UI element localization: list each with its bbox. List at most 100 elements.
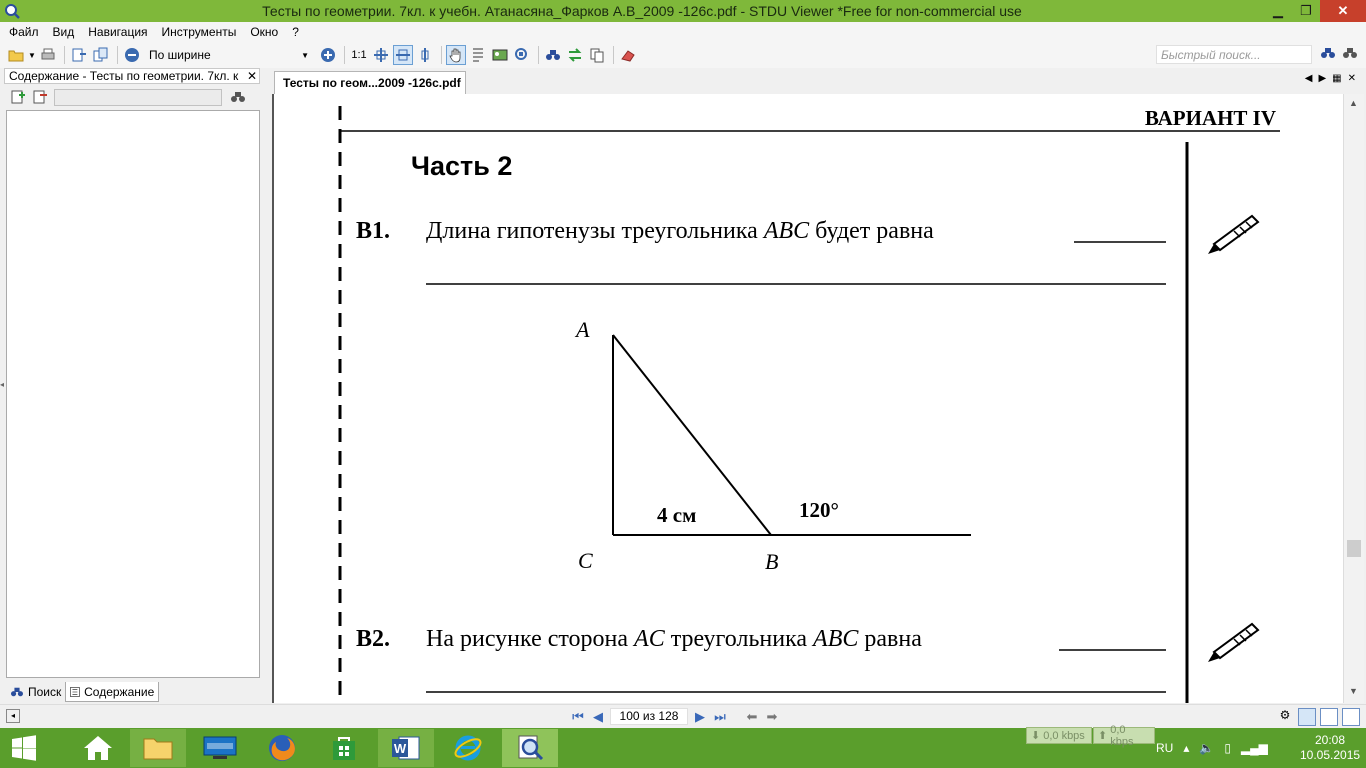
clock[interactable]: 20:08 10.05.2015 [1300,733,1360,763]
copy-icon[interactable] [587,45,607,65]
select-text-icon[interactable] [468,45,488,65]
zoom-out-icon[interactable] [122,45,142,65]
fit-width-icon[interactable] [393,45,413,65]
fit-height-icon[interactable] [415,45,435,65]
add-bookmark-icon[interactable] [10,89,26,105]
angle-label: 120° [799,498,839,522]
open-folder-icon[interactable] [6,45,26,65]
arrow-up-icon: ⬆ [1098,730,1108,742]
question-2-text: На рисунке сторона AC треугольника ABC р… [426,626,922,652]
contents-tree[interactable] [6,110,260,678]
toolbar-separator [538,46,539,64]
start-button[interactable] [0,729,48,767]
scroll-up-icon[interactable]: ▲ [1349,98,1358,108]
snapshot-icon[interactable] [512,45,532,65]
highlight-icon[interactable] [618,45,638,65]
first-page-icon[interactable]: ⏮ [570,709,586,725]
tab-prev-icon[interactable]: ◀ [1305,73,1313,84]
menu-file[interactable]: Файл [4,25,48,39]
taskbar-firefox[interactable] [254,729,310,767]
taskbar-word[interactable]: W [378,729,434,767]
toolbar: ▼ По ширине ▼ 1:1 Быстрый поиск... [0,42,1366,68]
taskbar-store[interactable] [316,729,372,767]
single-page-view-icon[interactable] [1298,708,1316,726]
back-icon[interactable]: ⬅ [744,709,760,725]
document-tab[interactable]: Тесты по геом...2009 -126с.pdf [274,71,466,94]
taskbar-stdu-viewer[interactable] [502,729,558,767]
actual-size-button[interactable]: 1:1 [349,45,369,65]
zoom-in-icon[interactable] [318,45,338,65]
stdu-viewer-icon [518,735,544,761]
tab-next-icon[interactable]: ▶ [1318,73,1326,84]
search-icon[interactable] [1320,46,1336,60]
find-next-icon[interactable] [565,45,585,65]
vertical-scrollbar[interactable]: ▲ ▼ [1343,94,1364,703]
contents-panel-title: Содержание - Тесты по геометрии. 7кл. к [9,69,239,83]
export-icon[interactable] [69,45,89,65]
copy-pages-icon[interactable] [91,45,111,65]
language-indicator[interactable]: RU [1156,741,1173,755]
tab-contents[interactable]: Содержание [65,682,160,702]
maximize-button[interactable]: ❐ [1292,0,1320,22]
upload-speed: ⬆ 0,0 kbps [1093,724,1155,748]
close-icon[interactable]: ✕ [245,69,259,83]
zoom-value: По ширине [149,48,211,62]
tab-search-label: Поиск [28,685,62,699]
settings-icon[interactable]: ⚙ [1276,708,1294,726]
hand-tool-icon[interactable] [446,45,466,65]
search-options-icon[interactable] [1342,46,1358,60]
contents-panel: Содержание - Тесты по геометрии. 7кл. к … [4,68,260,704]
battery-icon[interactable]: ▯ [1224,741,1231,755]
network-icon[interactable]: ▂▄▆ [1241,741,1268,755]
tab-close-icon[interactable]: ✕ [1348,73,1356,84]
download-speed: ⬇ 0,0 kbps [1026,727,1092,744]
contents-filter-input[interactable] [54,88,222,106]
forward-icon[interactable]: ➡ [764,709,780,725]
dropdown-arrow-icon[interactable]: ▼ [28,45,36,65]
menu-window[interactable]: Окно [245,25,287,39]
select-image-icon[interactable] [490,45,510,65]
menu-help[interactable]: ? [287,25,308,39]
scroll-left-icon[interactable]: ◂ [6,709,20,723]
print-icon[interactable] [38,45,58,65]
quick-search-input[interactable]: Быстрый поиск... [1156,45,1312,64]
tray-expand-icon[interactable]: ▴ [1183,741,1189,755]
two-page-view-icon[interactable] [1320,708,1338,726]
close-button[interactable]: ✕ [1320,0,1366,22]
tab-list-icon[interactable]: ▦ [1332,73,1341,84]
prev-page-icon[interactable]: ◀ [590,709,606,725]
contents-toolbar [4,84,260,110]
taskbar-lenovo[interactable] [192,729,248,767]
left-panel-tabs: Поиск Содержание [6,682,160,702]
vertex-a-label: A [574,317,590,342]
app-icon [5,4,20,19]
next-page-icon[interactable]: ▶ [692,709,708,725]
document-view[interactable]: ВАРИАНТ IV Часть 2 В1. Длина гипотенузы … [272,94,1343,703]
collapse-panel-icon[interactable]: ◂ [0,380,4,389]
zoom-select[interactable]: По ширине ▼ [144,46,314,64]
taskbar-ie[interactable] [440,729,496,767]
find-in-contents-icon[interactable] [230,90,246,104]
scroll-down-icon[interactable]: ▼ [1349,686,1358,696]
minimize-button[interactable]: ▁ [1264,0,1292,22]
taskbar-home[interactable] [70,729,126,767]
pen-icon [1208,214,1260,254]
menu-tools[interactable]: Инструменты [157,25,246,39]
fit-page-icon[interactable] [371,45,391,65]
word-icon: W [392,736,420,760]
page-number-input[interactable]: 100 из 128 [610,708,688,725]
pen-icon [1208,622,1260,662]
remove-bookmark-icon[interactable] [32,89,48,105]
volume-icon[interactable]: 🔈 [1199,741,1214,755]
window-title: Тесты по геометрии. 7кл. к учебн. Атанас… [262,3,1022,19]
vertex-c-label: C [578,548,593,573]
last-page-icon[interactable]: ⏭ [712,709,728,725]
scroll-thumb[interactable] [1347,540,1361,557]
taskbar-explorer[interactable] [130,729,186,767]
tab-search[interactable]: Поиск [6,682,65,702]
menu-view[interactable]: Вид [48,25,84,39]
question-2-number: В2. [356,626,390,652]
grid-view-icon[interactable] [1342,708,1360,726]
menu-navigation[interactable]: Навигация [83,25,156,39]
find-icon[interactable] [543,45,563,65]
